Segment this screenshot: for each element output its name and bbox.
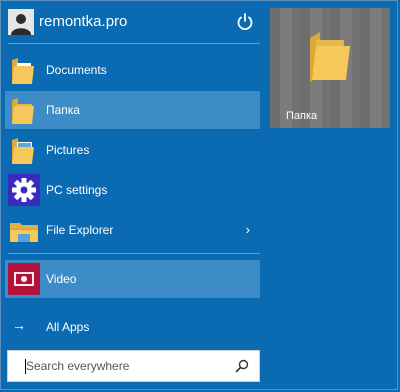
video-icon <box>8 263 40 295</box>
start-menu-left-pane: remontka.pro Documents Папка Pictures PC… <box>0 0 262 392</box>
folder-icon <box>8 94 40 126</box>
menu-item-label: Папка <box>46 103 80 117</box>
menu-item-folder[interactable]: Папка <box>5 91 260 129</box>
menu-item-documents[interactable]: Documents <box>5 51 260 89</box>
folder-icon <box>308 30 352 82</box>
avatar-icon <box>8 9 34 35</box>
menu-item-pc-settings[interactable]: PC settings <box>5 171 260 209</box>
search-input[interactable] <box>26 357 226 375</box>
menu-item-file-explorer[interactable]: File Explorer › <box>5 211 260 249</box>
search-icon[interactable] <box>235 359 249 373</box>
user-account[interactable]: remontka.pro <box>8 8 262 36</box>
all-apps-label: All Apps <box>46 320 90 334</box>
power-icon[interactable] <box>234 11 256 33</box>
menu-item-label: PC settings <box>46 183 108 197</box>
menu-item-pictures[interactable]: Pictures <box>5 131 260 169</box>
pictures-folder-icon <box>8 134 40 166</box>
chevron-right-icon[interactable]: › <box>246 222 250 238</box>
separator <box>8 253 260 254</box>
separator <box>8 43 260 44</box>
all-apps-button[interactable]: → All Apps <box>5 311 260 341</box>
username-label: remontka.pro <box>39 13 128 30</box>
gear-icon <box>8 174 40 206</box>
menu-item-label: Documents <box>46 63 107 77</box>
menu-item-label: Pictures <box>46 143 90 157</box>
menu-item-video[interactable]: Video <box>5 260 260 298</box>
arrow-right-icon: → <box>12 317 26 333</box>
menu-item-label: File Explorer <box>46 223 114 237</box>
menu-item-label: Video <box>46 272 77 286</box>
tile-label: Папка <box>286 110 318 122</box>
search-box[interactable] <box>7 350 260 382</box>
folder-tile[interactable]: Папка <box>270 8 390 128</box>
file-explorer-icon <box>8 214 40 246</box>
documents-folder-icon <box>8 54 40 86</box>
